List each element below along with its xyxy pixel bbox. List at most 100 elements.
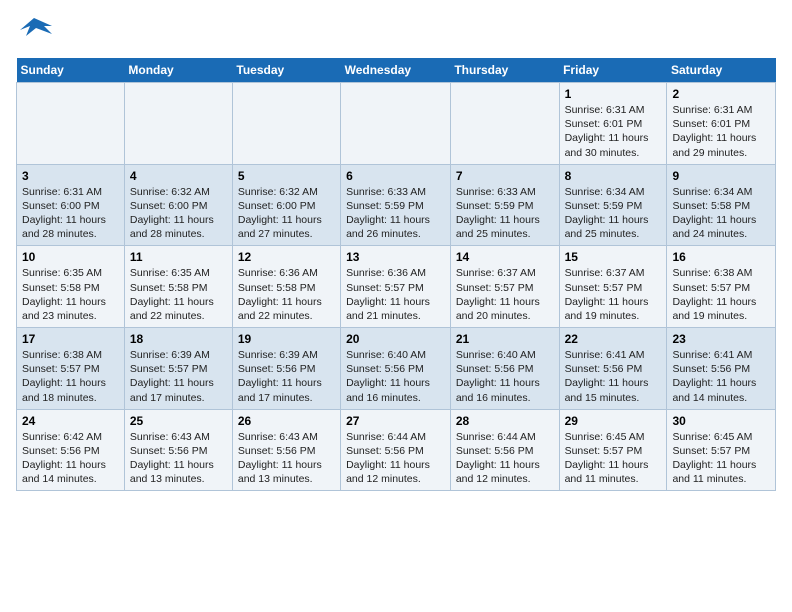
day-number: 25 <box>130 414 227 428</box>
day-number: 12 <box>238 250 335 264</box>
day-info: Sunrise: 6:41 AM Sunset: 5:56 PM Dayligh… <box>672 348 770 405</box>
calendar-cell: 1 Sunrise: 6:31 AM Sunset: 6:01 PM Daylig… <box>559 83 667 165</box>
calendar-cell: 12 Sunrise: 6:36 AM Sunset: 5:58 PM Dayli… <box>232 246 340 328</box>
calendar-cell: 2 Sunrise: 6:31 AM Sunset: 6:01 PM Daylig… <box>667 83 776 165</box>
day-number: 1 <box>565 87 662 101</box>
day-info: Sunrise: 6:42 AM Sunset: 5:56 PM Dayligh… <box>22 430 119 487</box>
page-header <box>16 16 776 46</box>
day-number: 23 <box>672 332 770 346</box>
logo <box>16 16 56 46</box>
day-info: Sunrise: 6:33 AM Sunset: 5:59 PM Dayligh… <box>456 185 554 242</box>
calendar-cell <box>450 83 559 165</box>
calendar-cell: 5 Sunrise: 6:32 AM Sunset: 6:00 PM Daylig… <box>232 164 340 246</box>
calendar-cell: 19 Sunrise: 6:39 AM Sunset: 5:56 PM Dayli… <box>232 328 340 410</box>
day-number: 19 <box>238 332 335 346</box>
day-info: Sunrise: 6:31 AM Sunset: 6:00 PM Dayligh… <box>22 185 119 242</box>
calendar-header-row: SundayMondayTuesdayWednesdayThursdayFrid… <box>17 58 776 83</box>
day-number: 20 <box>346 332 445 346</box>
day-info: Sunrise: 6:45 AM Sunset: 5:57 PM Dayligh… <box>672 430 770 487</box>
calendar-week-row: 10 Sunrise: 6:35 AM Sunset: 5:58 PM Dayli… <box>17 246 776 328</box>
calendar-cell: 11Sunrise: 6:35 AM Sunset: 5:58 PM Dayli… <box>124 246 232 328</box>
calendar-cell: 26 Sunrise: 6:43 AM Sunset: 5:56 PM Dayli… <box>232 409 340 491</box>
calendar-cell: 28 Sunrise: 6:44 AM Sunset: 5:56 PM Dayli… <box>450 409 559 491</box>
day-number: 15 <box>565 250 662 264</box>
day-number: 13 <box>346 250 445 264</box>
day-number: 30 <box>672 414 770 428</box>
day-info: Sunrise: 6:33 AM Sunset: 5:59 PM Dayligh… <box>346 185 445 242</box>
day-info: Sunrise: 6:35 AM Sunset: 5:58 PM Dayligh… <box>130 266 227 323</box>
calendar-cell: 15 Sunrise: 6:37 AM Sunset: 5:57 PM Dayli… <box>559 246 667 328</box>
calendar-cell: 18Sunrise: 6:39 AM Sunset: 5:57 PM Dayli… <box>124 328 232 410</box>
day-number: 21 <box>456 332 554 346</box>
day-info: Sunrise: 6:44 AM Sunset: 5:56 PM Dayligh… <box>456 430 554 487</box>
day-info: Sunrise: 6:32 AM Sunset: 6:00 PM Dayligh… <box>238 185 335 242</box>
day-info: Sunrise: 6:40 AM Sunset: 5:56 PM Dayligh… <box>346 348 445 405</box>
day-number: 29 <box>565 414 662 428</box>
calendar-table: SundayMondayTuesdayWednesdayThursdayFrid… <box>16 58 776 491</box>
day-number: 7 <box>456 169 554 183</box>
calendar-cell: 25 Sunrise: 6:43 AM Sunset: 5:56 PM Dayli… <box>124 409 232 491</box>
calendar-cell: 4 Sunrise: 6:32 AM Sunset: 6:00 PM Daylig… <box>124 164 232 246</box>
calendar-cell: 6 Sunrise: 6:33 AM Sunset: 5:59 PM Daylig… <box>341 164 451 246</box>
day-number: 28 <box>456 414 554 428</box>
day-info: Sunrise: 6:43 AM Sunset: 5:56 PM Dayligh… <box>130 430 227 487</box>
calendar-cell: 29Sunrise: 6:45 AM Sunset: 5:57 PM Dayli… <box>559 409 667 491</box>
day-info: Sunrise: 6:38 AM Sunset: 5:57 PM Dayligh… <box>672 266 770 323</box>
day-number: 5 <box>238 169 335 183</box>
day-number: 3 <box>22 169 119 183</box>
day-info: Sunrise: 6:40 AM Sunset: 5:56 PM Dayligh… <box>456 348 554 405</box>
day-number: 10 <box>22 250 119 264</box>
day-info: Sunrise: 6:37 AM Sunset: 5:57 PM Dayligh… <box>565 266 662 323</box>
day-number: 6 <box>346 169 445 183</box>
calendar-cell: 9 Sunrise: 6:34 AM Sunset: 5:58 PM Daylig… <box>667 164 776 246</box>
calendar-cell: 17 Sunrise: 6:38 AM Sunset: 5:57 PM Dayli… <box>17 328 125 410</box>
day-number: 16 <box>672 250 770 264</box>
day-number: 26 <box>238 414 335 428</box>
day-info: Sunrise: 6:31 AM Sunset: 6:01 PM Dayligh… <box>565 103 662 160</box>
calendar-week-row: 24Sunrise: 6:42 AM Sunset: 5:56 PM Dayli… <box>17 409 776 491</box>
calendar-cell: 3 Sunrise: 6:31 AM Sunset: 6:00 PM Daylig… <box>17 164 125 246</box>
day-info: Sunrise: 6:31 AM Sunset: 6:01 PM Dayligh… <box>672 103 770 160</box>
day-info: Sunrise: 6:39 AM Sunset: 5:56 PM Dayligh… <box>238 348 335 405</box>
calendar-cell: 13 Sunrise: 6:36 AM Sunset: 5:57 PM Dayli… <box>341 246 451 328</box>
weekday-header: Monday <box>124 58 232 83</box>
day-info: Sunrise: 6:32 AM Sunset: 6:00 PM Dayligh… <box>130 185 227 242</box>
weekday-header: Tuesday <box>232 58 340 83</box>
calendar-cell: 27Sunrise: 6:44 AM Sunset: 5:56 PM Dayli… <box>341 409 451 491</box>
calendar-cell: 24Sunrise: 6:42 AM Sunset: 5:56 PM Dayli… <box>17 409 125 491</box>
calendar-cell <box>17 83 125 165</box>
calendar-week-row: 1 Sunrise: 6:31 AM Sunset: 6:01 PM Daylig… <box>17 83 776 165</box>
calendar-cell: 14Sunrise: 6:37 AM Sunset: 5:57 PM Dayli… <box>450 246 559 328</box>
day-info: Sunrise: 6:34 AM Sunset: 5:59 PM Dayligh… <box>565 185 662 242</box>
day-number: 22 <box>565 332 662 346</box>
weekday-header: Friday <box>559 58 667 83</box>
day-info: Sunrise: 6:37 AM Sunset: 5:57 PM Dayligh… <box>456 266 554 323</box>
day-number: 27 <box>346 414 445 428</box>
day-number: 9 <box>672 169 770 183</box>
calendar-cell: 10 Sunrise: 6:35 AM Sunset: 5:58 PM Dayli… <box>17 246 125 328</box>
calendar-cell: 8 Sunrise: 6:34 AM Sunset: 5:59 PM Daylig… <box>559 164 667 246</box>
weekday-header: Saturday <box>667 58 776 83</box>
calendar-week-row: 3 Sunrise: 6:31 AM Sunset: 6:00 PM Daylig… <box>17 164 776 246</box>
calendar-cell: 20 Sunrise: 6:40 AM Sunset: 5:56 PM Dayli… <box>341 328 451 410</box>
calendar-cell <box>232 83 340 165</box>
day-number: 18 <box>130 332 227 346</box>
day-number: 2 <box>672 87 770 101</box>
day-number: 17 <box>22 332 119 346</box>
day-info: Sunrise: 6:41 AM Sunset: 5:56 PM Dayligh… <box>565 348 662 405</box>
weekday-header: Wednesday <box>341 58 451 83</box>
day-info: Sunrise: 6:36 AM Sunset: 5:58 PM Dayligh… <box>238 266 335 323</box>
day-info: Sunrise: 6:36 AM Sunset: 5:57 PM Dayligh… <box>346 266 445 323</box>
logo-icon <box>16 16 52 46</box>
calendar-cell <box>124 83 232 165</box>
day-number: 8 <box>565 169 662 183</box>
day-info: Sunrise: 6:34 AM Sunset: 5:58 PM Dayligh… <box>672 185 770 242</box>
day-info: Sunrise: 6:43 AM Sunset: 5:56 PM Dayligh… <box>238 430 335 487</box>
day-info: Sunrise: 6:38 AM Sunset: 5:57 PM Dayligh… <box>22 348 119 405</box>
weekday-header: Sunday <box>17 58 125 83</box>
day-info: Sunrise: 6:35 AM Sunset: 5:58 PM Dayligh… <box>22 266 119 323</box>
calendar-cell: 22 Sunrise: 6:41 AM Sunset: 5:56 PM Dayli… <box>559 328 667 410</box>
day-number: 4 <box>130 169 227 183</box>
calendar-cell: 21 Sunrise: 6:40 AM Sunset: 5:56 PM Dayli… <box>450 328 559 410</box>
calendar-cell: 23 Sunrise: 6:41 AM Sunset: 5:56 PM Dayli… <box>667 328 776 410</box>
